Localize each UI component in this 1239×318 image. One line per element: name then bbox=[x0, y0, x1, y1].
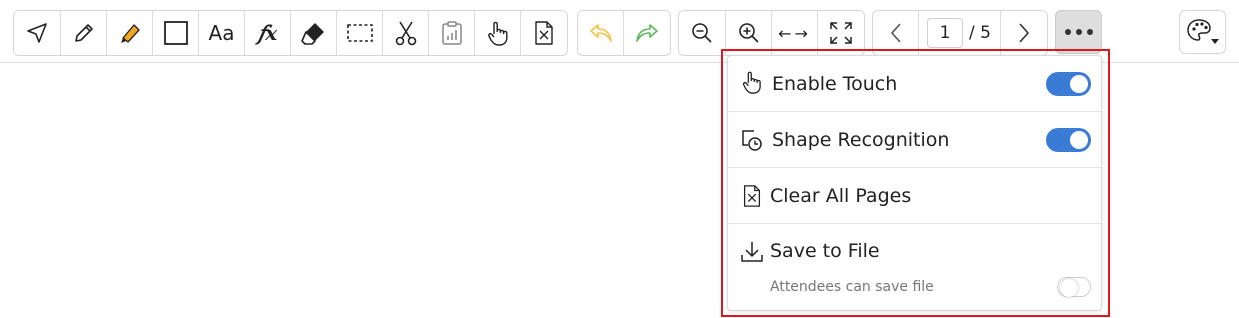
menu-item-save-to-file[interactable]: Save to File bbox=[728, 224, 1101, 310]
fit-width-icon: ←→ bbox=[778, 23, 811, 43]
zoom-in-icon bbox=[738, 23, 759, 43]
formula-tool-button[interactable]: 𝑓x bbox=[245, 11, 291, 55]
clear-file-icon bbox=[535, 21, 553, 45]
clipboard-chart-icon bbox=[441, 21, 462, 45]
attendees-save-label: Attendees can save file bbox=[770, 279, 934, 295]
formula-icon: 𝑓x bbox=[257, 21, 278, 45]
select-arrow-icon bbox=[27, 23, 47, 43]
rectangle-icon bbox=[163, 21, 188, 45]
redo-icon bbox=[636, 24, 658, 42]
redo-button[interactable] bbox=[624, 11, 670, 55]
pencil-icon bbox=[74, 24, 93, 42]
zoom-out-icon bbox=[692, 23, 712, 43]
menu-item-clear-all-pages[interactable]: Clear All Pages bbox=[728, 168, 1101, 224]
selection-tool-button[interactable] bbox=[337, 11, 383, 55]
highlighter-tool-button[interactable] bbox=[107, 11, 153, 55]
pan-tool-button[interactable] bbox=[475, 11, 521, 55]
more-dots-icon bbox=[1062, 29, 1095, 35]
pencil-tool-button[interactable] bbox=[61, 11, 107, 55]
palette-button[interactable] bbox=[1179, 10, 1226, 54]
undo-icon bbox=[589, 24, 612, 42]
shape-recognition-icon bbox=[742, 130, 762, 151]
eraser-icon bbox=[300, 23, 324, 45]
select-tool-button[interactable] bbox=[14, 11, 61, 55]
menu-item-label: Enable Touch bbox=[772, 72, 898, 95]
page-number-input[interactable]: 1 bbox=[927, 18, 963, 48]
menu-item-label: Shape Recognition bbox=[772, 128, 950, 151]
shape-recognition-toggle[interactable] bbox=[1046, 127, 1091, 152]
chevron-left-icon bbox=[890, 23, 901, 43]
more-options-menu: Enable Touch Shape Recognition Clear All… bbox=[727, 55, 1102, 311]
clear-file-icon bbox=[743, 185, 761, 207]
download-icon bbox=[741, 242, 763, 262]
attendees-save-toggle[interactable] bbox=[1057, 277, 1091, 297]
cut-tool-button[interactable] bbox=[383, 11, 429, 55]
scissors-icon bbox=[395, 21, 416, 46]
eraser-tool-button[interactable] bbox=[291, 11, 337, 55]
hand-pointer-icon bbox=[742, 71, 761, 94]
menu-item-label: Clear All Pages bbox=[770, 184, 912, 207]
menu-item-label: Save to File bbox=[770, 240, 880, 262]
fullscreen-icon bbox=[830, 22, 852, 44]
menu-item-enable-touch[interactable]: Enable Touch bbox=[728, 56, 1101, 112]
paste-tool-button[interactable] bbox=[429, 11, 475, 55]
clear-page-button[interactable] bbox=[521, 11, 567, 55]
more-options-button[interactable] bbox=[1055, 10, 1102, 54]
rectangle-tool-button[interactable] bbox=[153, 11, 199, 55]
highlighter-icon bbox=[120, 24, 140, 43]
chevron-right-icon bbox=[1019, 23, 1030, 43]
text-tool-button[interactable]: Aa bbox=[199, 11, 245, 55]
hand-pointer-icon bbox=[487, 21, 507, 46]
drawing-tools-group: Aa 𝑓x bbox=[13, 10, 568, 56]
enable-touch-toggle[interactable] bbox=[1046, 71, 1091, 96]
zoom-out-button[interactable] bbox=[679, 11, 726, 55]
history-group bbox=[577, 10, 671, 56]
menu-item-shape-recognition[interactable]: Shape Recognition bbox=[728, 112, 1101, 168]
palette-icon bbox=[1186, 19, 1219, 44]
page-total: / 5 bbox=[969, 23, 991, 43]
undo-button[interactable] bbox=[578, 11, 624, 55]
text-icon: Aa bbox=[208, 21, 235, 45]
selection-marquee-icon bbox=[346, 24, 373, 42]
